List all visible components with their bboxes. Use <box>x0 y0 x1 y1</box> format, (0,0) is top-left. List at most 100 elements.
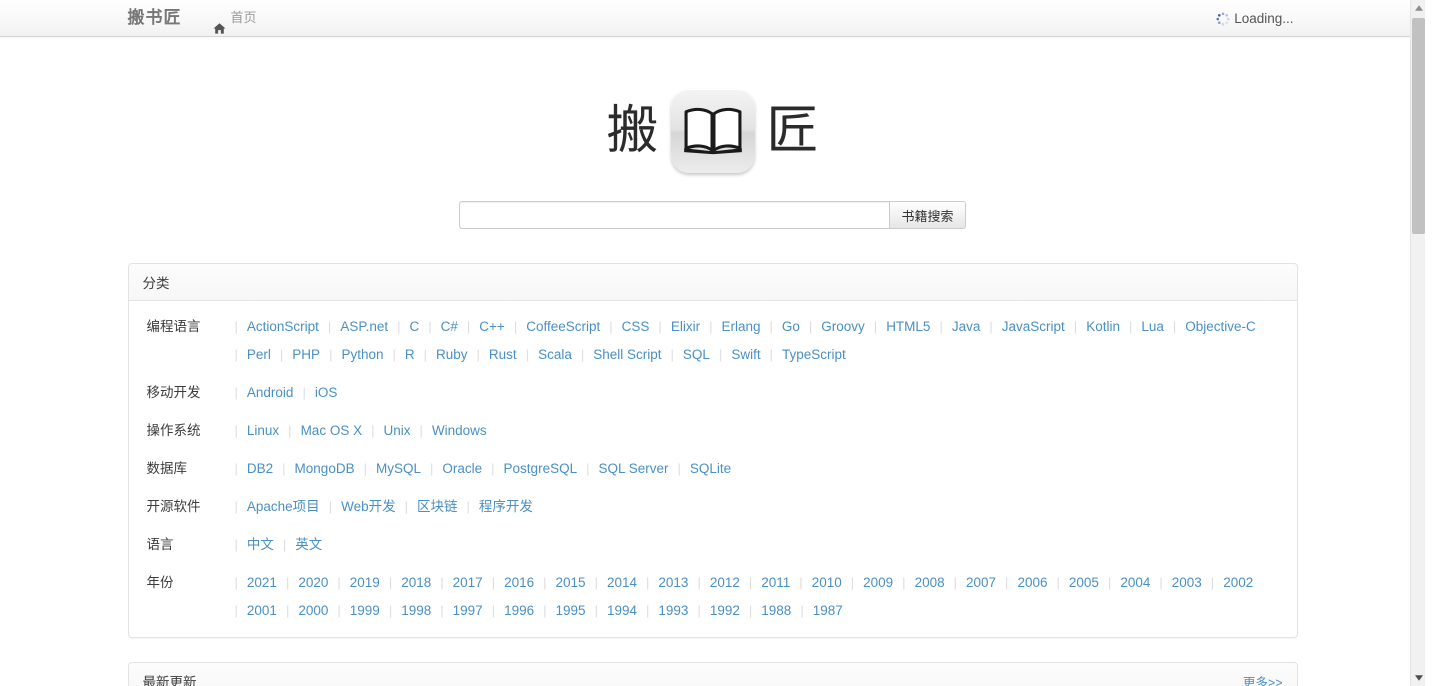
category-link[interactable]: JavaScript <box>1002 313 1074 341</box>
category-link[interactable]: 2021 <box>247 569 286 597</box>
category-link[interactable]: 2004 <box>1120 569 1159 597</box>
category-link[interactable]: 2000 <box>298 597 337 625</box>
category-link[interactable]: 2006 <box>1017 569 1056 597</box>
category-link[interactable]: C# <box>441 313 467 341</box>
category-link[interactable]: PHP <box>292 341 329 369</box>
category-link[interactable]: Groovy <box>821 313 874 341</box>
category-link[interactable]: iOS <box>315 379 347 407</box>
category-link[interactable]: 1996 <box>504 597 543 625</box>
category-link[interactable]: Mac OS X <box>301 417 372 445</box>
category-link[interactable]: Java <box>952 313 990 341</box>
category-link[interactable]: Android <box>247 379 303 407</box>
category-link[interactable]: 2009 <box>863 569 902 597</box>
category-link[interactable]: CSS <box>622 313 659 341</box>
category-link[interactable]: 2015 <box>556 569 595 597</box>
category-link[interactable]: 2020 <box>298 569 337 597</box>
category-link[interactable]: 2014 <box>607 569 646 597</box>
category-item: |2000 <box>286 597 337 625</box>
category-link[interactable]: 2018 <box>401 569 440 597</box>
category-link[interactable]: 1993 <box>658 597 697 625</box>
category-link[interactable]: Oracle <box>442 455 491 483</box>
category-link[interactable]: 1988 <box>761 597 800 625</box>
category-link[interactable]: SQLite <box>690 455 740 483</box>
scroll-down-arrow-icon[interactable] <box>1411 670 1425 686</box>
category-link[interactable]: 1992 <box>710 597 749 625</box>
category-item-separator: | <box>235 455 247 483</box>
category-item-separator: | <box>1129 313 1141 341</box>
category-link[interactable]: 2005 <box>1069 569 1108 597</box>
category-link[interactable]: SQL <box>683 341 719 369</box>
category-link[interactable]: Shell Script <box>593 341 670 369</box>
category-link[interactable]: 英文 <box>295 531 331 559</box>
category-link[interactable]: Swift <box>731 341 769 369</box>
category-item: |PHP <box>280 341 329 369</box>
category-link[interactable]: Perl <box>247 341 280 369</box>
site-logo[interactable]: 搬 匠 <box>606 89 818 173</box>
category-link[interactable]: C <box>410 313 429 341</box>
page-scrollbar[interactable] <box>1410 0 1425 686</box>
category-link[interactable]: Objective-C <box>1185 313 1265 341</box>
category-link[interactable]: PostgreSQL <box>504 455 587 483</box>
category-link[interactable]: Go <box>782 313 809 341</box>
category-link[interactable]: 2013 <box>658 569 697 597</box>
category-link[interactable]: R <box>405 341 424 369</box>
category-link[interactable]: 2003 <box>1172 569 1211 597</box>
category-link[interactable]: HTML5 <box>886 313 939 341</box>
category-link[interactable]: 2008 <box>915 569 954 597</box>
category-link[interactable]: 区块链 <box>417 493 467 521</box>
search-input[interactable] <box>459 201 889 229</box>
category-link[interactable]: MongoDB <box>295 455 364 483</box>
category-link[interactable]: 2010 <box>812 569 851 597</box>
category-link[interactable]: Web开发 <box>341 493 405 521</box>
category-link[interactable]: Lua <box>1141 313 1173 341</box>
category-link[interactable]: Erlang <box>721 313 769 341</box>
category-link[interactable]: 2001 <box>247 597 286 625</box>
category-link[interactable]: Windows <box>432 417 496 445</box>
category-link[interactable]: 程序开发 <box>479 493 542 521</box>
scrollbar-thumb[interactable] <box>1412 18 1425 234</box>
category-link[interactable]: 2011 <box>761 569 799 597</box>
category-link[interactable]: 2007 <box>966 569 1005 597</box>
category-link[interactable]: 1999 <box>350 597 389 625</box>
category-link[interactable]: Python <box>341 341 392 369</box>
category-link[interactable]: 2002 <box>1223 569 1262 597</box>
category-link[interactable]: 2017 <box>453 569 492 597</box>
category-link[interactable]: Ruby <box>436 341 477 369</box>
category-link[interactable]: ASP.net <box>340 313 397 341</box>
category-item-separator: | <box>1056 569 1068 597</box>
category-link[interactable]: Rust <box>489 341 526 369</box>
category-link[interactable]: 1998 <box>401 597 440 625</box>
category-link[interactable]: 2019 <box>350 569 389 597</box>
category-item: |Kotlin <box>1074 313 1129 341</box>
category-link[interactable]: 1997 <box>453 597 492 625</box>
category-link[interactable]: 1994 <box>607 597 646 625</box>
book-search-button[interactable]: 书籍搜索 <box>889 201 965 229</box>
category-item: |Android <box>235 379 303 407</box>
category-link[interactable]: SQL Server <box>598 455 677 483</box>
category-link[interactable]: DB2 <box>247 455 282 483</box>
latest-updates-more-link[interactable]: 更多>> <box>1243 672 1283 686</box>
category-link[interactable]: 中文 <box>247 531 283 559</box>
category-item-list: |Android|iOS <box>235 379 1283 407</box>
category-link[interactable]: Unix <box>383 417 419 445</box>
category-link[interactable]: ActionScript <box>247 313 328 341</box>
category-link[interactable]: Linux <box>247 417 288 445</box>
category-link[interactable]: CoffeeScript <box>526 313 609 341</box>
category-link[interactable]: Apache项目 <box>247 493 329 521</box>
category-link[interactable]: Elixir <box>671 313 709 341</box>
category-link[interactable]: 2012 <box>710 569 749 597</box>
category-item: |PostgreSQL <box>491 455 586 483</box>
category-link[interactable]: 1995 <box>556 597 595 625</box>
site-brand-logo[interactable]: 搬书匠 <box>128 0 204 36</box>
category-link[interactable]: MySQL <box>376 455 430 483</box>
category-link[interactable]: 1987 <box>813 597 852 625</box>
category-link[interactable]: Scala <box>538 341 581 369</box>
category-link[interactable]: 2016 <box>504 569 543 597</box>
category-item-separator: | <box>235 341 247 369</box>
nav-item-home[interactable]: 首页 <box>204 0 266 36</box>
category-link[interactable]: C++ <box>479 313 514 341</box>
category-link[interactable]: Kotlin <box>1086 313 1129 341</box>
scroll-up-arrow-icon[interactable] <box>1411 0 1425 16</box>
category-item: |2021 <box>235 569 286 597</box>
category-link[interactable]: TypeScript <box>782 341 855 369</box>
